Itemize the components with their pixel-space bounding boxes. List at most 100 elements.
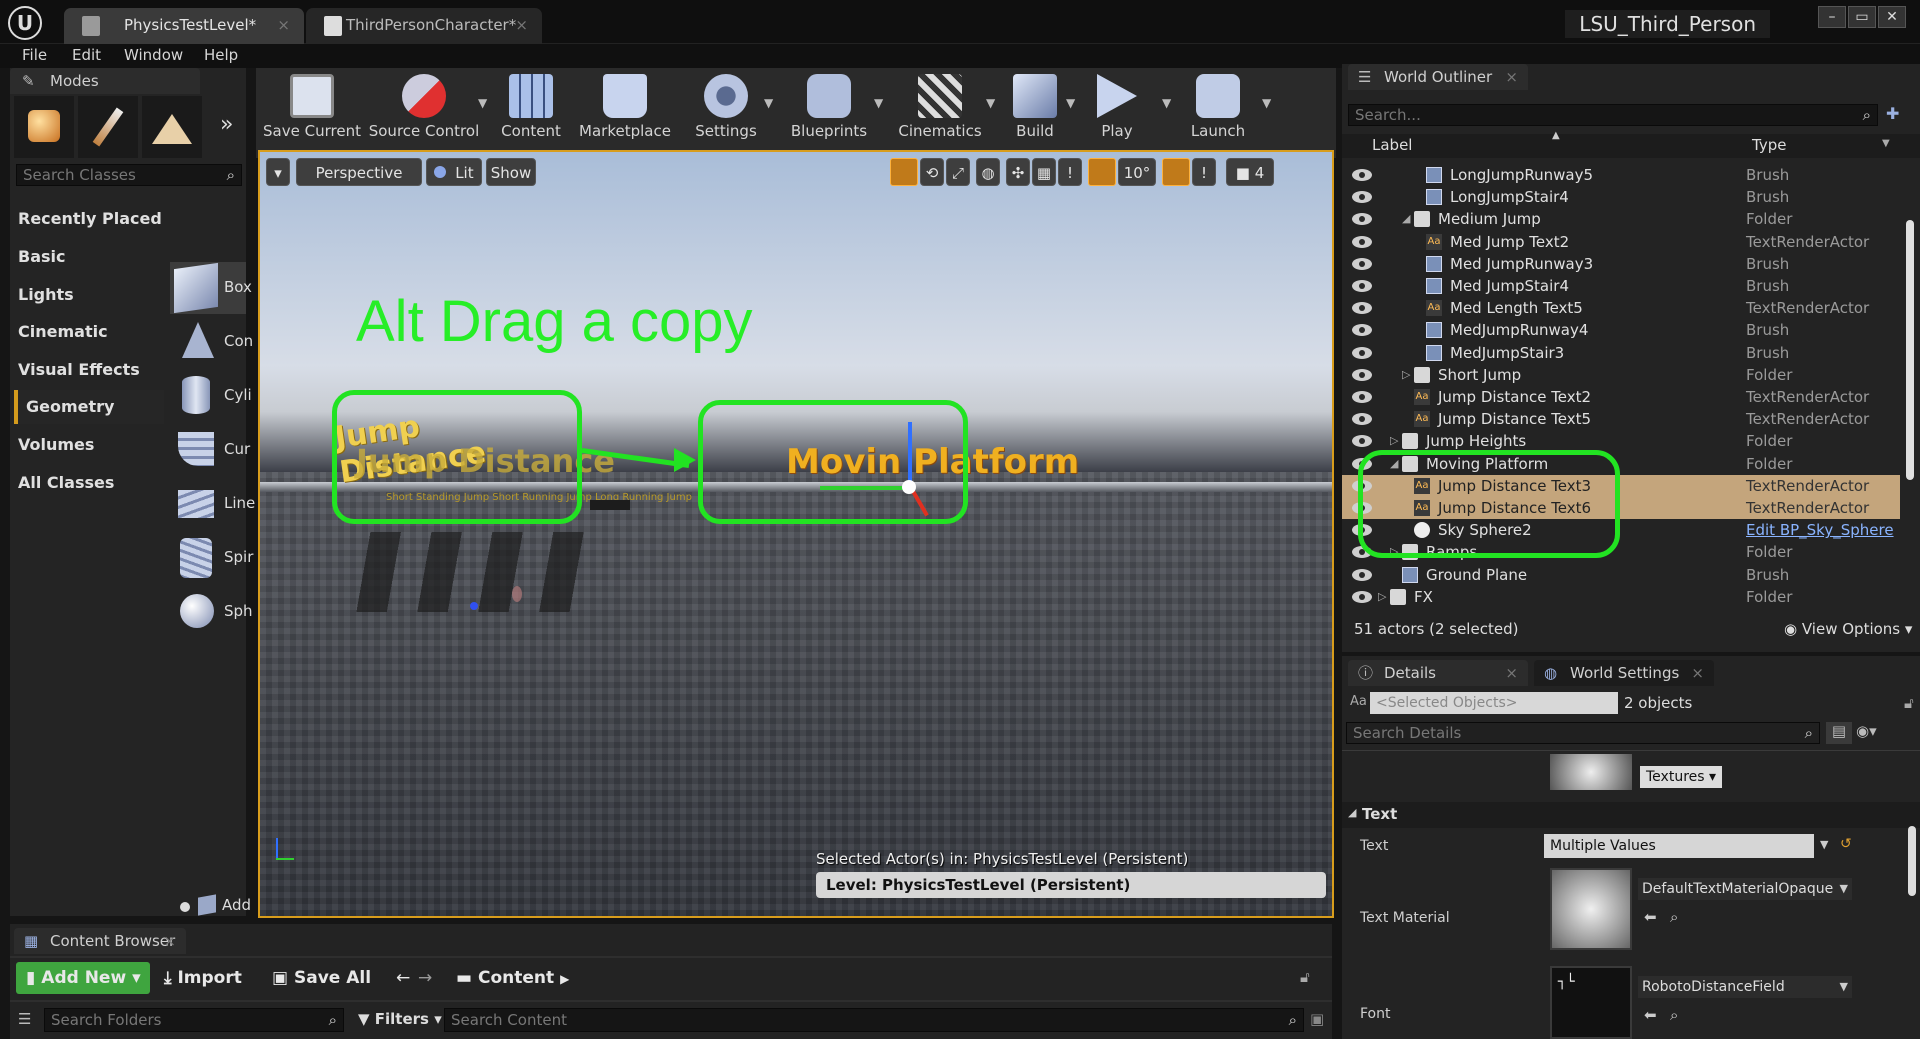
visibility-eye-icon[interactable]: [1352, 280, 1372, 292]
column-type[interactable]: Type: [1752, 136, 1786, 154]
marketplace-button[interactable]: Marketplace: [572, 70, 678, 142]
outliner-row[interactable]: MedJumpStair3 Brush: [1342, 342, 1900, 364]
visibility-eye-icon[interactable]: [1352, 324, 1372, 337]
outliner-row[interactable]: Aa Med Length Text5 TextRenderActor: [1342, 297, 1900, 319]
sources-panel-icon[interactable]: ☰: [18, 1010, 31, 1028]
edit-blueprint-link[interactable]: Edit BP_Sky_Sphere: [1746, 519, 1894, 541]
use-selected-arrow-icon[interactable]: ⬅: [1644, 908, 1657, 926]
use-selected-arrow-icon[interactable]: ⬅: [1644, 1006, 1657, 1024]
outliner-row[interactable]: Aa Jump Distance Text2 TextRenderActor: [1342, 386, 1900, 408]
tab-third-person-character[interactable]: ThirdPersonCharacter* ×: [306, 8, 542, 44]
visibility-eye-icon[interactable]: [1352, 391, 1372, 403]
chevron-down-icon[interactable]: ▼: [1066, 96, 1075, 110]
visibility-eye-icon[interactable]: [1352, 257, 1372, 270]
launch-button[interactable]: Launch: [1178, 70, 1258, 142]
camera-speed-button[interactable]: ■ 4: [1226, 158, 1274, 186]
minimize-button[interactable]: –: [1818, 6, 1846, 28]
shape-item-cylinder[interactable]: Cyli: [170, 370, 252, 422]
close-icon[interactable]: ×: [1505, 64, 1518, 90]
category-geometry[interactable]: Geometry: [14, 390, 164, 424]
outliner-row[interactable]: Med JumpStair4 Brush: [1342, 275, 1900, 297]
chevron-down-icon[interactable]: ▼: [986, 96, 995, 110]
visibility-eye-icon[interactable]: [1352, 435, 1372, 448]
font-thumbnail[interactable]: ┐└: [1550, 966, 1632, 1039]
show-button[interactable]: Show: [486, 158, 536, 186]
shape-item-cone[interactable]: Con: [170, 316, 253, 368]
translate-tool-icon[interactable]: [890, 158, 918, 186]
viewport[interactable]: ▾ Perspective Lit Show ⟲ ⤢ ◍ ✣ ▦ ! 10° !…: [258, 150, 1334, 918]
outliner-row[interactable]: Ground Plane Brush: [1342, 564, 1900, 586]
menu-window[interactable]: Window: [124, 46, 183, 64]
chevron-down-icon[interactable]: ▼: [1262, 96, 1271, 110]
column-label[interactable]: Label: [1372, 136, 1412, 154]
category-basic[interactable]: Basic: [18, 240, 168, 274]
chevron-down-icon[interactable]: ▼: [874, 96, 883, 110]
close-icon[interactable]: ×: [277, 8, 290, 42]
outliner-search-input[interactable]: Search... ⌕: [1348, 104, 1878, 126]
collapsed-arrow-icon[interactable]: ▷: [1378, 586, 1386, 608]
visibility-eye-icon[interactable]: [1352, 191, 1372, 204]
tab-physics-test-level[interactable]: PhysicsTestLevel* ×: [64, 8, 304, 44]
lock-icon[interactable]: 🔓︎: [1904, 694, 1914, 712]
menu-file[interactable]: File: [22, 46, 47, 64]
texture-thumbnail[interactable]: [1550, 754, 1632, 790]
shape-item-spiral-stair[interactable]: Spir: [170, 532, 253, 584]
font-dropdown[interactable]: RobotoDistanceField ▼: [1638, 976, 1852, 998]
close-icon[interactable]: ×: [163, 928, 176, 954]
details-scrollbar[interactable]: [1908, 826, 1916, 896]
outliner-row[interactable]: Aa Med Jump Text2 TextRenderActor: [1342, 231, 1900, 253]
view-options-button[interactable]: ◉ View Options ▾: [1784, 620, 1912, 638]
close-icon[interactable]: ×: [1691, 660, 1704, 686]
shape-item-curved-stair[interactable]: Cur: [170, 424, 250, 476]
outliner-row[interactable]: LongJumpStair4 Brush: [1342, 186, 1900, 208]
build-button[interactable]: Build: [1000, 70, 1070, 142]
chevron-down-icon[interactable]: ▼: [1820, 838, 1828, 851]
category-volumes[interactable]: Volumes: [18, 428, 168, 462]
close-window-button[interactable]: ✕: [1878, 6, 1906, 28]
path-content-button[interactable]: ▬ Content ▶: [456, 962, 569, 994]
search-classes-input[interactable]: Search Classes ⌕: [16, 164, 242, 186]
menu-help[interactable]: Help: [204, 46, 238, 64]
shape-item-box[interactable]: Box: [170, 262, 252, 314]
add-label[interactable]: Add: [222, 896, 251, 914]
rotate-tool-icon[interactable]: ⟲: [920, 158, 944, 186]
outliner-row[interactable]: ◢ Medium Jump Folder: [1342, 208, 1900, 230]
play-button[interactable]: Play: [1082, 70, 1152, 142]
visibility-eye-icon[interactable]: [1352, 169, 1372, 181]
visibility-eye-icon[interactable]: [1352, 235, 1372, 248]
blueprints-button[interactable]: Blueprints: [780, 70, 878, 142]
visibility-eye-icon[interactable]: [1352, 590, 1372, 603]
scale-snap-icon[interactable]: [1162, 158, 1190, 186]
angle-snap-value-button[interactable]: 10°: [1118, 158, 1156, 186]
eye-icon[interactable]: ◉▾: [1856, 722, 1896, 744]
angle-snap-icon[interactable]: [1088, 158, 1116, 186]
surface-snap-icon[interactable]: ✣: [1006, 158, 1030, 186]
expanded-arrow-icon[interactable]: ◢: [1402, 208, 1410, 230]
history-forward-button[interactable]: →: [418, 962, 432, 994]
collapsed-arrow-icon[interactable]: ▷: [1402, 364, 1410, 386]
add-actor-icon[interactable]: ✚: [1886, 104, 1908, 126]
unreal-logo-icon[interactable]: U: [8, 6, 42, 40]
grid-snap-icon[interactable]: ▦: [1032, 158, 1056, 186]
material-thumbnail[interactable]: [1550, 868, 1632, 950]
paint-mode-button[interactable]: [78, 96, 138, 158]
content-button[interactable]: Content: [496, 70, 566, 142]
visibility-eye-icon[interactable]: [1352, 302, 1372, 315]
world-local-icon[interactable]: ◍: [976, 158, 1000, 186]
grid-size-button[interactable]: !: [1058, 158, 1082, 186]
search-details-input[interactable]: Search Details ⌕: [1346, 722, 1820, 744]
shape-item-linear-stair[interactable]: Line: [170, 478, 255, 530]
search-folders-input[interactable]: Search Folders ⌕: [44, 1008, 344, 1032]
world-settings-tab[interactable]: ◍ World Settings ×: [1534, 660, 1714, 686]
close-icon[interactable]: ×: [515, 8, 528, 42]
content-browser-tab[interactable]: ▦ Content Browser ×: [14, 928, 186, 954]
chevron-down-icon[interactable]: ▼: [1882, 138, 1890, 149]
maximize-button[interactable]: ▭: [1848, 6, 1876, 28]
perspective-button[interactable]: Perspective: [296, 158, 422, 186]
browse-search-icon[interactable]: ⌕: [1670, 908, 1678, 926]
shape-item-sphere[interactable]: Sph: [170, 586, 253, 638]
outliner-row[interactable]: MedJumpRunway4 Brush: [1342, 319, 1900, 341]
scale-snap-value-button[interactable]: !: [1192, 158, 1216, 186]
landscape-mode-button[interactable]: [142, 96, 202, 158]
import-button[interactable]: ⤓ Import: [164, 962, 242, 994]
